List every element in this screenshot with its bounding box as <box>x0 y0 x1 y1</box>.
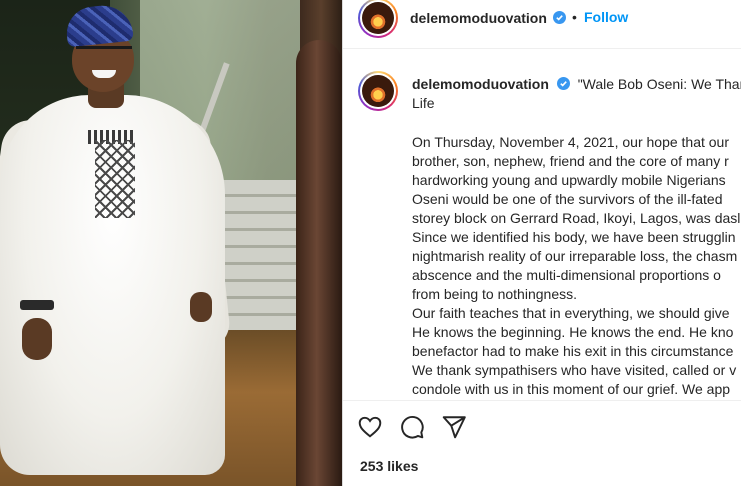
caption-line: brother, son, nephew, friend and the cor… <box>412 153 729 169</box>
photo-statue <box>296 40 342 486</box>
comment-bubble-icon[interactable] <box>399 414 427 442</box>
caption-headline-continuation: Life <box>412 95 435 111</box>
avatar-image <box>362 75 394 107</box>
caption-headline-text: "Wale Bob Oseni: We Than <box>577 76 741 92</box>
avatar-image <box>362 2 394 34</box>
photo-person-hand-right <box>190 292 212 322</box>
caption-line: We thank sympathisers who have visited, … <box>412 362 737 378</box>
follow-button[interactable]: Follow <box>584 9 628 25</box>
caption-line: from being to nothingness. <box>412 286 577 302</box>
caption-line: On Thursday, November 4, 2021, our hope … <box>412 134 730 150</box>
verified-badge-icon <box>553 11 566 24</box>
header-avatar[interactable] <box>358 0 398 38</box>
caption-line: condole with us in this moment of our gr… <box>412 381 731 397</box>
post-side-panel: delemomoduovation • Follow delemomoduova… <box>342 0 741 486</box>
photo-person-watch <box>20 300 54 310</box>
caption-line: hardworking young and upwardly mobile Ni… <box>412 172 726 188</box>
caption-line: Oseni would be one of the survivors of t… <box>412 191 723 207</box>
caption-headline: delemomoduovation "Wale Bob Oseni: We Th… <box>412 75 741 94</box>
post-header: delemomoduovation • Follow <box>343 0 741 49</box>
photo-person-embroidery <box>95 140 135 218</box>
caption-line: Our faith teaches that in everything, we… <box>412 305 730 321</box>
caption-line: storey block on Gerrard Road, Ikoyi, Lag… <box>412 210 741 226</box>
caption-line: abscence and the multi-dimensional propo… <box>412 267 721 283</box>
caption-avatar[interactable] <box>358 71 398 111</box>
header-separator: • <box>572 9 577 25</box>
paper-plane-icon[interactable] <box>441 414 469 442</box>
photo-person-glasses <box>76 46 132 61</box>
caption-line: Since we identified his body, we have be… <box>412 229 736 245</box>
caption-username[interactable]: delemomoduovation <box>412 76 549 92</box>
like-count[interactable]: 253 likes <box>360 458 418 474</box>
caption-line: He knows the beginning. He knows the end… <box>412 324 734 340</box>
header-username[interactable]: delemomoduovation <box>410 10 547 26</box>
verified-badge-icon <box>556 77 570 90</box>
caption-line: nightmarish reality of our irreparable l… <box>412 248 738 264</box>
caption-body: On Thursday, November 4, 2021, our hope … <box>412 133 741 399</box>
photo-person-hand-left <box>22 318 52 360</box>
caption-line: benefactor had to make his exit in this … <box>412 343 734 359</box>
caption-area: delemomoduovation "Wale Bob Oseni: We Th… <box>343 49 741 401</box>
post-photo[interactable] <box>0 0 342 486</box>
heart-icon[interactable] <box>357 414 385 442</box>
actions-divider <box>343 400 741 401</box>
